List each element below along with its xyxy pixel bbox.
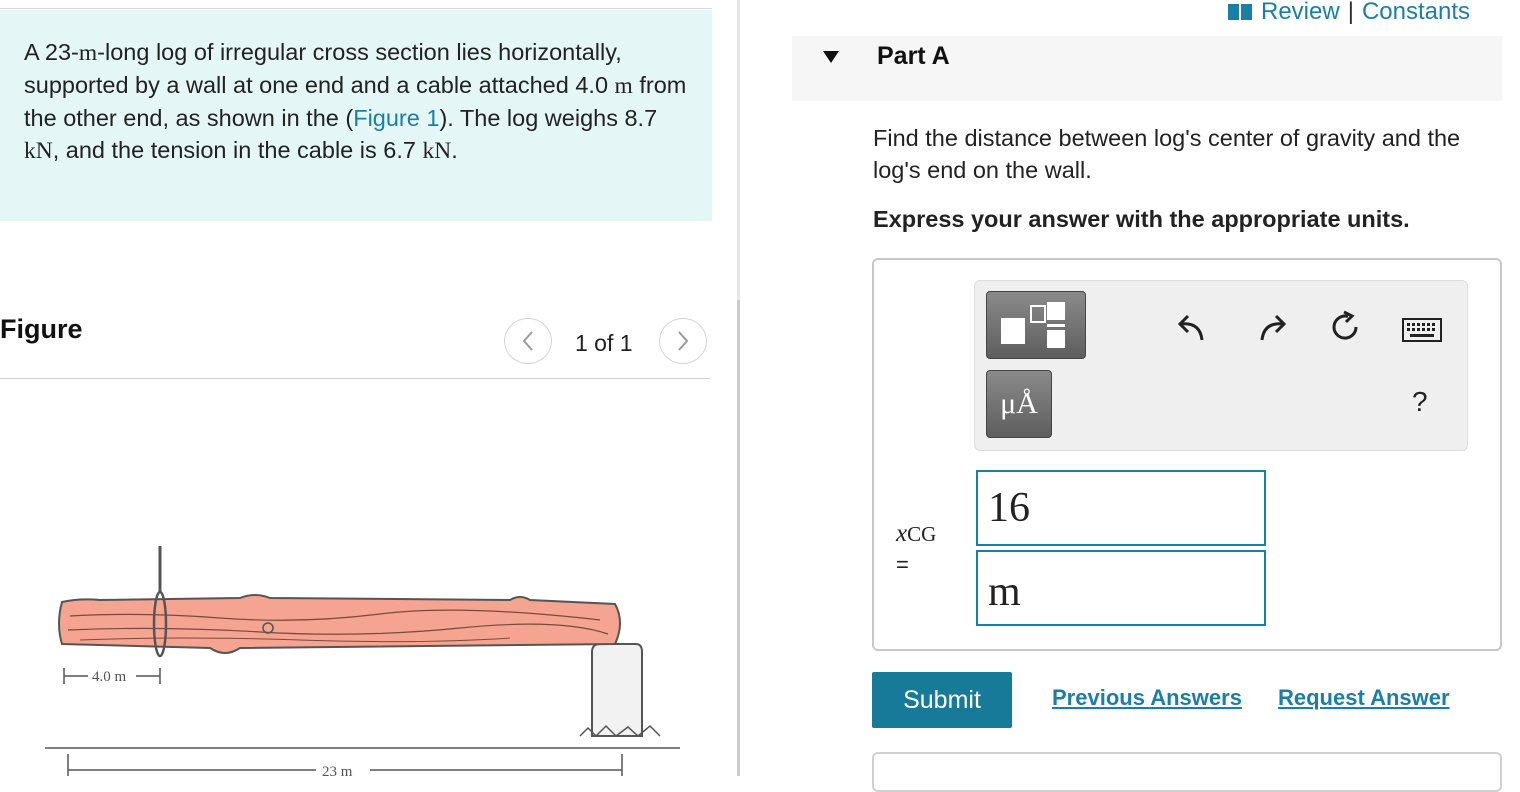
- figure-next-button[interactable]: [659, 318, 707, 364]
- unit-input[interactable]: m: [976, 550, 1266, 626]
- redo-icon[interactable]: [1254, 310, 1286, 342]
- figure-title: Figure: [0, 314, 83, 344]
- undo-icon[interactable]: [1178, 310, 1210, 342]
- request-answer-link[interactable]: Request Answer: [1278, 685, 1450, 711]
- review-link[interactable]: Review: [1261, 0, 1340, 26]
- review-constants-links: Review | Constants: [1227, 0, 1470, 26]
- templates-button[interactable]: [986, 291, 1086, 359]
- units-button[interactable]: μÅ: [986, 370, 1052, 438]
- problem-statement: A 23-m-long log of irregular cross secti…: [24, 39, 687, 164]
- link-separator: |: [1347, 0, 1354, 25]
- help-button[interactable]: ?: [1412, 386, 1428, 418]
- collapse-triangle-icon[interactable]: [822, 48, 840, 69]
- top-rule: [0, 8, 712, 9]
- equals-sign: =: [896, 552, 909, 577]
- previous-answers-link[interactable]: Previous Answers: [1052, 685, 1242, 711]
- part-title: Part A: [877, 42, 950, 70]
- panel-scrollbar[interactable]: [737, 300, 740, 776]
- chevron-left-icon: [522, 331, 533, 351]
- figure-rule: [0, 378, 710, 379]
- chevron-right-icon: [678, 331, 689, 351]
- wall-block: [591, 643, 643, 737]
- instruction-text: Express your answer with the appropriate…: [873, 206, 1410, 232]
- question-text: Find the distance between log's center o…: [873, 125, 1461, 183]
- book-icon: [1228, 4, 1252, 20]
- variable-label: xCG: [896, 520, 937, 547]
- value-input[interactable]: 16: [976, 470, 1266, 546]
- dim-4m-label: 4.0 m: [92, 669, 127, 685]
- figure-prev-button[interactable]: [504, 318, 552, 364]
- fraction-template-icon: [1001, 302, 1065, 348]
- submit-button[interactable]: Submit: [872, 672, 1012, 728]
- figure-counter: 1 of 1: [575, 330, 633, 356]
- dim-23m-label: 23 m: [322, 764, 353, 776]
- reset-icon[interactable]: [1328, 310, 1362, 344]
- feedback-box: [872, 752, 1502, 792]
- keyboard-icon[interactable]: [1402, 318, 1442, 342]
- log-figure: 4.0 m 23 m: [45, 546, 680, 776]
- constants-link[interactable]: Constants: [1362, 0, 1470, 26]
- figure-link[interactable]: Figure 1: [353, 105, 439, 131]
